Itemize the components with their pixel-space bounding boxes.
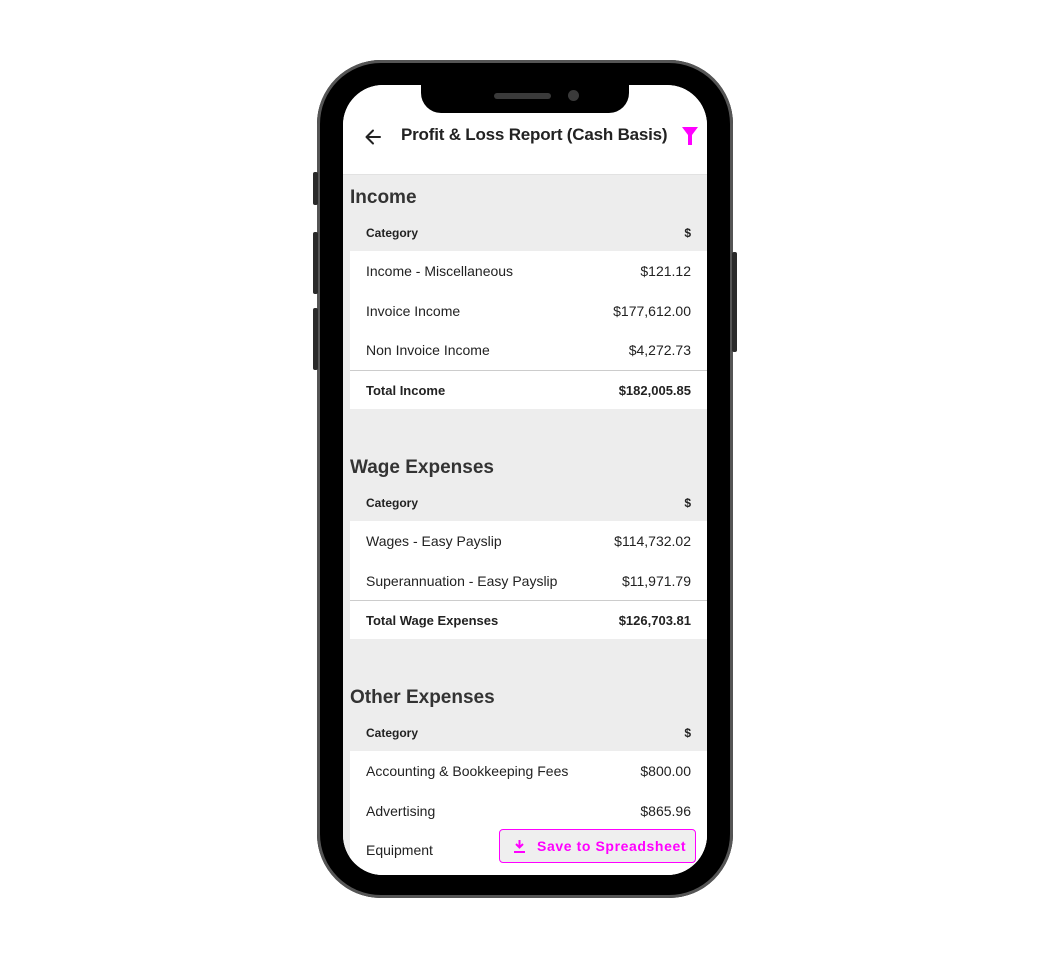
- table-row[interactable]: Invoice Income $177,612.00: [350, 291, 707, 331]
- table-row[interactable]: Accounting & Bookkeeping Fees $800.00: [350, 751, 707, 791]
- row-amount: $121.12: [640, 263, 691, 279]
- section-title: Other Expenses: [350, 687, 495, 708]
- download-icon: [514, 839, 525, 853]
- row-category: Superannuation - Easy Payslip: [366, 572, 558, 589]
- row-amount: $177,612.00: [613, 302, 691, 319]
- row-category: Advertising: [366, 802, 436, 819]
- column-header-amount: $: [684, 726, 691, 740]
- row-category: Accounting & Bookkeeping Fees: [366, 763, 569, 779]
- row-amount: $11,971.79: [621, 572, 691, 589]
- table-header: Category $: [350, 716, 707, 751]
- side-button-volume-up: [313, 232, 318, 294]
- page-title: Profit & Loss Report (Cash Basis): [401, 125, 668, 144]
- row-category: Wages - Easy Payslip: [366, 533, 502, 549]
- row-category: Non Invoice Income: [366, 342, 490, 358]
- table-row[interactable]: Non Invoice Income $4,272.73: [350, 330, 707, 370]
- notch: [421, 85, 629, 113]
- column-header-category: Category: [366, 226, 419, 240]
- speaker-grille: [494, 93, 551, 99]
- column-header-category: Category: [366, 496, 419, 510]
- report-content[interactable]: Income Category $ Income - Miscellaneous…: [343, 175, 707, 875]
- front-camera: [568, 90, 579, 101]
- row-amount: $114,732.02: [614, 533, 691, 549]
- row-amount: $4,272.73: [628, 342, 691, 358]
- total-row: Total Wage Expenses $126,703.81: [350, 600, 707, 639]
- total-amount: $126,703.81: [618, 613, 691, 628]
- section-title: Wage Expenses: [350, 457, 494, 478]
- table-header: Category $: [350, 216, 707, 251]
- column-header-category: Category: [366, 726, 419, 740]
- section-wage-expenses: Wage Expenses Category $ Wages - Easy Pa…: [350, 450, 707, 639]
- total-label: Total Wage Expenses: [366, 613, 499, 628]
- total-amount: $182,005.85: [618, 382, 691, 398]
- arrow-left-icon[interactable]: [363, 127, 383, 147]
- side-button-power: [732, 252, 737, 352]
- row-amount: $865.96: [640, 802, 691, 819]
- table-row[interactable]: Income - Miscellaneous $121.12: [350, 251, 707, 291]
- side-button-volume-down: [313, 308, 318, 370]
- filter-icon[interactable]: [682, 127, 698, 145]
- total-row: Total Income $182,005.85: [350, 369, 707, 409]
- section-income: Income Category $ Income - Miscellaneous…: [350, 180, 707, 409]
- section-title: Income: [350, 187, 417, 208]
- save-button-label: Save to Spreadsheet: [537, 838, 687, 854]
- column-header-amount: $: [684, 496, 691, 510]
- save-to-spreadsheet-button[interactable]: Save to Spreadsheet: [499, 829, 696, 863]
- table-header: Category $: [350, 486, 707, 521]
- row-category: Equipment: [366, 842, 433, 858]
- total-label: Total Income: [366, 382, 446, 398]
- row-category: Invoice Income: [366, 302, 461, 319]
- table-row[interactable]: Superannuation - Easy Payslip $11,971.79: [350, 561, 707, 601]
- row-category: Income - Miscellaneous: [366, 263, 514, 279]
- column-header-amount: $: [684, 226, 691, 240]
- table-row[interactable]: Wages - Easy Payslip $114,732.02: [350, 521, 707, 561]
- side-button-silent: [313, 172, 318, 205]
- table-row[interactable]: Advertising $865.96: [350, 791, 707, 831]
- phone-screen: Profit & Loss Report (Cash Basis) Income…: [343, 85, 707, 875]
- row-amount: $800.00: [640, 763, 691, 779]
